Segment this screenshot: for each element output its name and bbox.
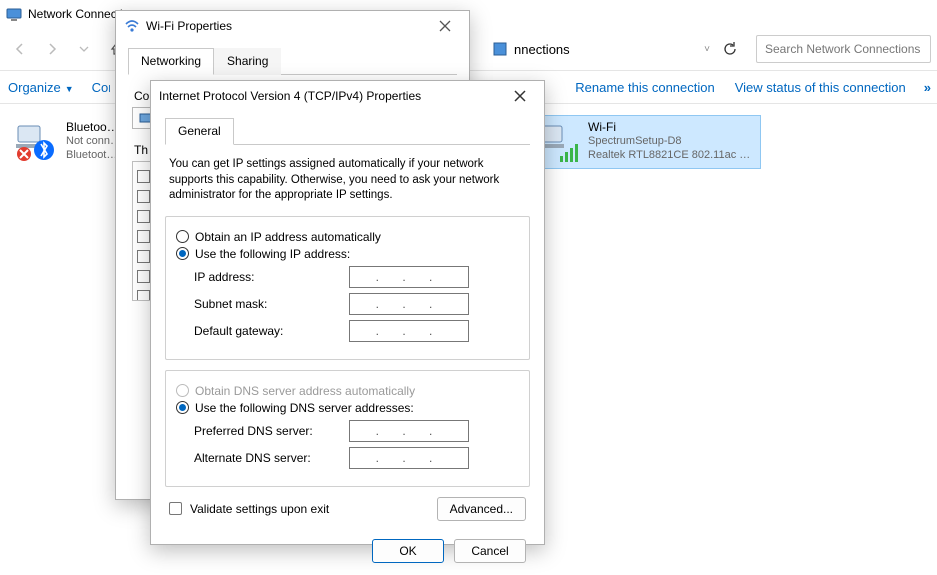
forward-button[interactable] [38, 35, 66, 63]
radio-auto-ip[interactable]: Obtain an IP address automatically [176, 230, 519, 244]
preferred-dns-input[interactable]: . . . [349, 420, 469, 442]
checkbox-icon[interactable] [137, 170, 150, 183]
wifi-properties-titlebar[interactable]: Wi-Fi Properties [116, 11, 469, 41]
preferred-dns-label: Preferred DNS server: [194, 424, 349, 438]
search-input[interactable]: Search Network Connections [756, 35, 931, 63]
tab-general[interactable]: General [165, 118, 234, 145]
alternate-dns-input[interactable]: . . . [349, 447, 469, 469]
command-bar-overflow[interactable]: » [924, 80, 929, 95]
network-connections-icon [6, 6, 22, 22]
connection-status: SpectrumSetup-D8 [588, 135, 754, 149]
radio-icon [176, 384, 189, 397]
connection-name: Wi-Fi [588, 120, 754, 135]
bluetooth-adapter-icon [14, 120, 58, 164]
checkbox-icon[interactable] [137, 190, 150, 203]
radio-label: Use the following IP address: [195, 247, 350, 261]
tab-networking[interactable]: Networking [128, 48, 214, 75]
default-gateway-label: Default gateway: [194, 324, 349, 338]
cancel-button[interactable]: Cancel [454, 539, 526, 563]
wifi-icon [124, 18, 140, 34]
close-button[interactable] [429, 14, 461, 38]
network-icon [492, 41, 508, 57]
connection-device: Bluetooth Device (Personal Area ...) [66, 149, 122, 163]
radio-icon [176, 401, 189, 414]
subnet-mask-input[interactable]: . . . [349, 293, 469, 315]
radio-icon [176, 230, 189, 243]
radio-auto-dns: Obtain DNS server address automatically [176, 384, 519, 398]
checkbox-icon[interactable] [137, 230, 150, 243]
search-placeholder: Search Network Connections [765, 42, 920, 56]
validate-label: Validate settings upon exit [190, 502, 329, 516]
address-text-visible: nnections [514, 42, 570, 57]
connect-to-action[interactable]: Connect To [92, 80, 110, 95]
connection-name: Bluetooth Network Connection [66, 120, 122, 135]
connection-device: Realtek RTL8821CE 802.11ac PCIe ... [588, 149, 754, 163]
checkbox-icon[interactable] [137, 250, 150, 263]
radio-icon [176, 247, 189, 260]
ip-settings-group: Obtain an IP address automatically Use t… [165, 216, 530, 360]
tab-sharing[interactable]: Sharing [214, 48, 281, 75]
checkbox-icon[interactable] [137, 210, 150, 223]
ipv4-properties-dialog: Internet Protocol Version 4 (TCP/IPv4) P… [150, 80, 545, 545]
ipv4-title: Internet Protocol Version 4 (TCP/IPv4) P… [159, 89, 421, 103]
dns-settings-group: Obtain DNS server address automatically … [165, 370, 530, 487]
ipv4-description: You can get IP settings assigned automat… [169, 157, 526, 204]
address-chevron-down[interactable]: ˅ [702, 44, 712, 55]
view-status-action[interactable]: View status of this connection [735, 80, 906, 95]
ipv4-tabs: General [165, 117, 530, 145]
ip-address-label: IP address: [194, 270, 349, 284]
connection-item-wifi[interactable]: Wi-Fi SpectrumSetup-D8 Realtek RTL8821CE… [530, 116, 760, 168]
wifi-properties-title: Wi-Fi Properties [146, 19, 232, 33]
close-button[interactable] [504, 84, 536, 108]
radio-label: Obtain DNS server address automatically [195, 384, 415, 398]
advanced-button[interactable]: Advanced... [437, 497, 526, 521]
radio-label: Use the following DNS server addresses: [195, 401, 414, 415]
default-gateway-input[interactable]: . . . [349, 320, 469, 342]
recent-locations-button[interactable] [70, 35, 98, 63]
radio-label: Obtain an IP address automatically [195, 230, 381, 244]
ipv4-titlebar[interactable]: Internet Protocol Version 4 (TCP/IPv4) P… [151, 81, 544, 111]
checkbox-icon[interactable] [137, 290, 150, 302]
connection-item-text: Wi-Fi SpectrumSetup-D8 Realtek RTL8821CE… [588, 120, 754, 164]
ip-address-input[interactable]: . . . [349, 266, 469, 288]
connection-item-text: Bluetooth Network Connection Not connect… [66, 120, 122, 164]
rename-connection-action[interactable]: Rename this connection [575, 80, 714, 95]
refresh-button[interactable] [716, 35, 744, 63]
connection-status: Not connected [66, 135, 122, 149]
radio-static-ip[interactable]: Use the following IP address: [176, 247, 519, 261]
ok-button[interactable]: OK [372, 539, 444, 563]
address-bar[interactable]: Network Connections nnections [484, 37, 578, 61]
checkbox-icon[interactable] [137, 270, 150, 283]
validate-checkbox[interactable] [169, 502, 182, 515]
organize-menu[interactable]: Organize▼ [8, 80, 74, 95]
wifi-properties-tabs: Networking Sharing [128, 47, 457, 75]
back-button[interactable] [6, 35, 34, 63]
radio-static-dns[interactable]: Use the following DNS server addresses: [176, 401, 519, 415]
alternate-dns-label: Alternate DNS server: [194, 451, 349, 465]
connection-item-bluetooth[interactable]: Bluetooth Network Connection Not connect… [8, 116, 128, 168]
subnet-mask-label: Subnet mask: [194, 297, 349, 311]
